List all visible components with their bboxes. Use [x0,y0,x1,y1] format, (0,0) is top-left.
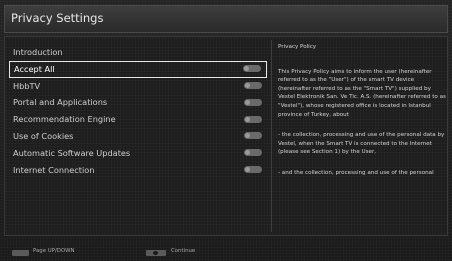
accept-all-toggle[interactable] [243,65,261,73]
menu-item-internet-connection[interactable]: Internet Connection [9,162,267,179]
page-up-down-hint: Page UP/DOWN [33,248,75,254]
menu-item-use-of-cookies[interactable]: Use of Cookies [9,128,267,145]
menu-item-label: Automatic Software Updates [13,147,131,158]
policy-paragraph: This Privacy Policy aims to inform the u… [278,68,446,118]
privacy-settings-screen: Privacy Settings Introduction Accept All… [0,0,452,261]
automatic-software-updates-toggle[interactable] [244,149,262,157]
menu-item-label: Accept All [14,63,55,74]
footer-hints: Page UP/DOWN Continue [0,245,452,261]
page-up-down-key-icon [12,250,29,256]
privacy-policy-text[interactable]: Privacy Policy This Privacy Policy aims … [278,40,446,230]
menu-item-introduction[interactable]: Introduction [9,44,267,61]
menu-item-label: Introduction [13,47,63,57]
menu-item-label: Recommendation Engine [13,114,116,125]
page-title: Privacy Settings [11,11,104,25]
ok-key-icon [146,250,166,256]
menu-item-label: Portal and Applications [13,97,108,108]
continue-hint: Continue [171,248,196,254]
recommendation-engine-toggle[interactable] [244,115,262,123]
menu-item-label: Internet Connection [13,164,95,175]
settings-menu: Introduction Accept All HbbTV Portal and… [9,44,267,178]
internet-connection-toggle[interactable] [244,166,262,174]
title-bar: Privacy Settings [4,5,448,33]
menu-item-accept-all[interactable]: Accept All [9,60,267,78]
menu-item-label: Use of Cookies [13,130,74,141]
menu-item-portal-and-applications[interactable]: Portal and Applications [9,94,267,111]
portal-and-applications-toggle[interactable] [244,98,262,106]
menu-item-recommendation-engine[interactable]: Recommendation Engine [9,111,267,128]
policy-paragraph: - and the collection, processing and use… [278,169,434,176]
menu-item-label: HbbTV [13,80,41,91]
use-of-cookies-toggle[interactable] [244,132,262,140]
panel-divider [271,40,272,232]
menu-item-hbbtv[interactable]: HbbTV [9,78,267,95]
policy-paragraph: - the collection, processing and use of … [278,132,445,156]
hbbtv-toggle[interactable] [244,82,262,90]
policy-title: Privacy Policy [278,44,317,50]
menu-item-automatic-software-updates[interactable]: Automatic Software Updates [9,145,267,162]
